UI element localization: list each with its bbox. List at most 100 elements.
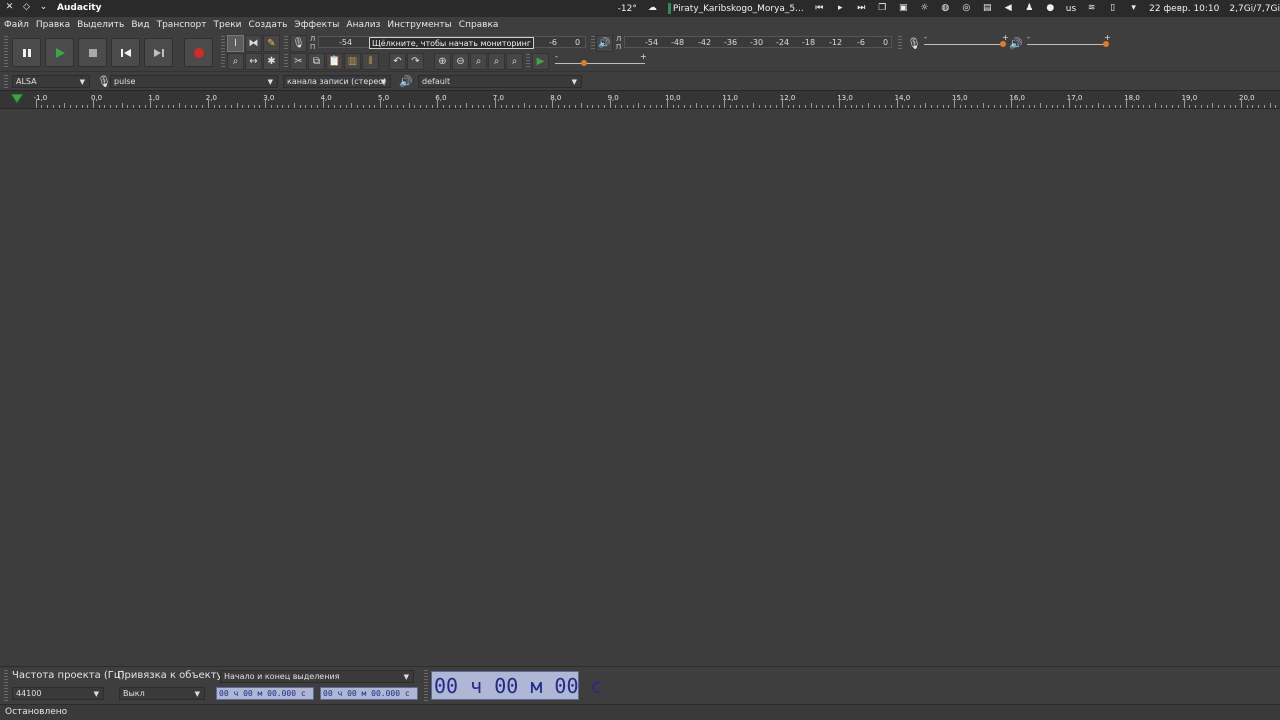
track-area[interactable] xyxy=(0,109,1280,666)
envelope-tool[interactable]: ⧓ xyxy=(245,35,262,52)
keyboard-layout[interactable]: us xyxy=(1066,4,1076,14)
toolbar-grip[interactable] xyxy=(284,36,288,51)
record-meter-button[interactable]: 🎙 xyxy=(290,35,307,52)
chevron-down-icon[interactable]: ⌄ xyxy=(38,2,49,13)
playback-volume-handle[interactable] xyxy=(1103,41,1109,47)
copy-button[interactable]: ⧉ xyxy=(308,53,325,70)
diamond-icon[interactable]: ◇ xyxy=(21,2,32,13)
record-button[interactable] xyxy=(184,38,213,67)
play-at-speed-button[interactable]: ▶ xyxy=(532,53,549,70)
zoom-toggle-button[interactable]: ⌕ xyxy=(506,53,523,70)
toolbar-grip[interactable] xyxy=(4,670,8,703)
memory-usage[interactable]: 2,7Gi/7,7Gi xyxy=(1229,4,1280,14)
notification-icon[interactable]: ♟ xyxy=(1024,3,1035,14)
undo-button[interactable]: ↶ xyxy=(389,53,406,70)
selection-start-time[interactable]: 00 ч 00 м 00.000 с xyxy=(216,687,314,700)
trim-button[interactable]: ▥ xyxy=(344,53,361,70)
wifi-icon[interactable]: ≋ xyxy=(1086,3,1097,14)
playback-volume-slider[interactable] xyxy=(1027,44,1109,45)
recording-device-select[interactable]: pulse ▼ xyxy=(110,75,278,88)
cut-button[interactable]: ✂ xyxy=(290,53,307,70)
record-volume-handle[interactable] xyxy=(1000,41,1006,47)
timeline-ruler[interactable]: -1,0 0,0 1,0 2,0 3,0 4,0 5,0 6,0 7,0 8,0 9,0 10,0 11… xyxy=(0,90,1280,109)
playback-meter-button[interactable]: 🔊 xyxy=(596,35,613,52)
playback-speed-slider[interactable] xyxy=(555,63,645,64)
pause-button[interactable] xyxy=(12,38,41,67)
paste-button[interactable]: 📋 xyxy=(326,53,343,70)
ruler-tick xyxy=(362,105,364,108)
fit-selection-button[interactable]: ⌕ xyxy=(470,53,487,70)
tray-chevron-icon[interactable]: ▾ xyxy=(1128,3,1139,14)
menu-analyze[interactable]: Анализ xyxy=(346,20,380,30)
zoom-in-button[interactable]: ⊕ xyxy=(434,53,451,70)
volume-icon[interactable]: ◀ xyxy=(1003,3,1014,14)
play-icon[interactable]: ▸ xyxy=(835,3,846,14)
time-shift-tool[interactable]: ↔ xyxy=(245,53,262,70)
play-button[interactable] xyxy=(45,38,74,67)
audio-host-select[interactable]: ALSA ▼ xyxy=(12,75,90,88)
toolbar-grip[interactable] xyxy=(284,54,288,69)
selection-end-time[interactable]: 00 ч 00 м 00.000 с xyxy=(320,687,418,700)
ruler-tick xyxy=(1091,105,1093,108)
battery-icon[interactable]: ▯ xyxy=(1107,3,1118,14)
network-globe-icon[interactable]: ◎ xyxy=(961,3,972,14)
menu-generate[interactable]: Создать xyxy=(249,20,288,30)
snap-to-select[interactable]: Выкл ▼ xyxy=(119,687,205,700)
clock[interactable]: 22 февр. 10:10 xyxy=(1149,4,1219,14)
clipboard-icon[interactable]: ▤ xyxy=(982,3,993,14)
next-track-icon[interactable]: ⏭ xyxy=(856,3,867,14)
zoom-out-button[interactable]: ⊖ xyxy=(452,53,469,70)
silence-button[interactable]: ⦀ xyxy=(362,53,379,70)
toolbar-grip[interactable] xyxy=(4,36,8,69)
menu-transport[interactable]: Транспорт xyxy=(157,20,207,30)
toolbar-grip[interactable] xyxy=(4,75,8,88)
toolbar-grip[interactable] xyxy=(591,36,595,51)
playback-device-select[interactable]: default ▼ xyxy=(418,75,582,88)
record-meter-channels: ЛП xyxy=(310,35,316,51)
menu-select[interactable]: Выделить xyxy=(77,20,124,30)
audio-position-time[interactable]: 00 ч 00 м 00 с xyxy=(431,671,603,700)
toolbar-grip[interactable] xyxy=(424,670,428,703)
brightness-icon[interactable]: ☼ xyxy=(919,3,930,14)
menu-tools[interactable]: Инструменты xyxy=(387,20,451,30)
menu-help[interactable]: Справка xyxy=(459,20,499,30)
stop-button[interactable] xyxy=(78,38,107,67)
menu-tracks[interactable]: Треки xyxy=(214,20,242,30)
windows-icon[interactable]: ❐ xyxy=(877,3,888,14)
zoom-tool[interactable]: ⌕ xyxy=(227,53,244,70)
toolbar-grip[interactable] xyxy=(526,54,530,69)
menu-edit[interactable]: Правка xyxy=(36,20,70,30)
selection-mode-select[interactable]: Начало и конец выделения ▼ xyxy=(220,670,414,683)
redo-button[interactable]: ↷ xyxy=(407,53,424,70)
multi-tool[interactable]: ✱ xyxy=(263,53,280,70)
media-player-title[interactable]: Piraty_Karibskogo_Morya_5... xyxy=(667,3,804,14)
record-volume-slider[interactable] xyxy=(924,44,1006,45)
ruler-tick xyxy=(839,99,841,108)
previous-track-icon[interactable]: ⏮ xyxy=(814,3,825,14)
fit-project-button[interactable]: ⌕ xyxy=(488,53,505,70)
toolbar-grip[interactable] xyxy=(221,36,225,69)
ruler-tick xyxy=(804,105,806,108)
project-rate-select[interactable]: 44100 ▼ xyxy=(12,687,104,700)
playback-speed-handle[interactable] xyxy=(581,60,587,66)
ruler-tick xyxy=(110,105,112,108)
microphone-icon[interactable]: ● xyxy=(1045,3,1056,14)
toolbar-grip[interactable] xyxy=(898,36,902,51)
pause-circle-icon[interactable]: ◍ xyxy=(940,3,951,14)
weather-temperature[interactable]: -12° xyxy=(618,4,637,14)
skip-to-end-button[interactable] xyxy=(144,38,173,67)
window-icon[interactable]: ▣ xyxy=(898,3,909,14)
ruler-tick xyxy=(230,105,232,108)
close-icon[interactable]: ✕ xyxy=(4,2,15,13)
ruler-tick xyxy=(580,103,582,108)
playback-meter[interactable]: -54 -48 -42 -36 -30 -24 -18 -12 -6 0 xyxy=(624,36,892,48)
skip-to-start-button[interactable] xyxy=(111,38,140,67)
meter-tick-label: -48 xyxy=(671,37,685,47)
menu-effects[interactable]: Эффекты xyxy=(294,20,339,30)
menu-file[interactable]: Файл xyxy=(4,20,29,30)
menu-view[interactable]: Вид xyxy=(131,20,149,30)
recording-channels-select[interactable]: канала записи (стерео) ▼ xyxy=(283,75,391,88)
selection-tool[interactable]: I xyxy=(227,35,244,52)
draw-tool[interactable]: ✎ xyxy=(263,35,280,52)
play-head-icon[interactable] xyxy=(11,94,23,104)
